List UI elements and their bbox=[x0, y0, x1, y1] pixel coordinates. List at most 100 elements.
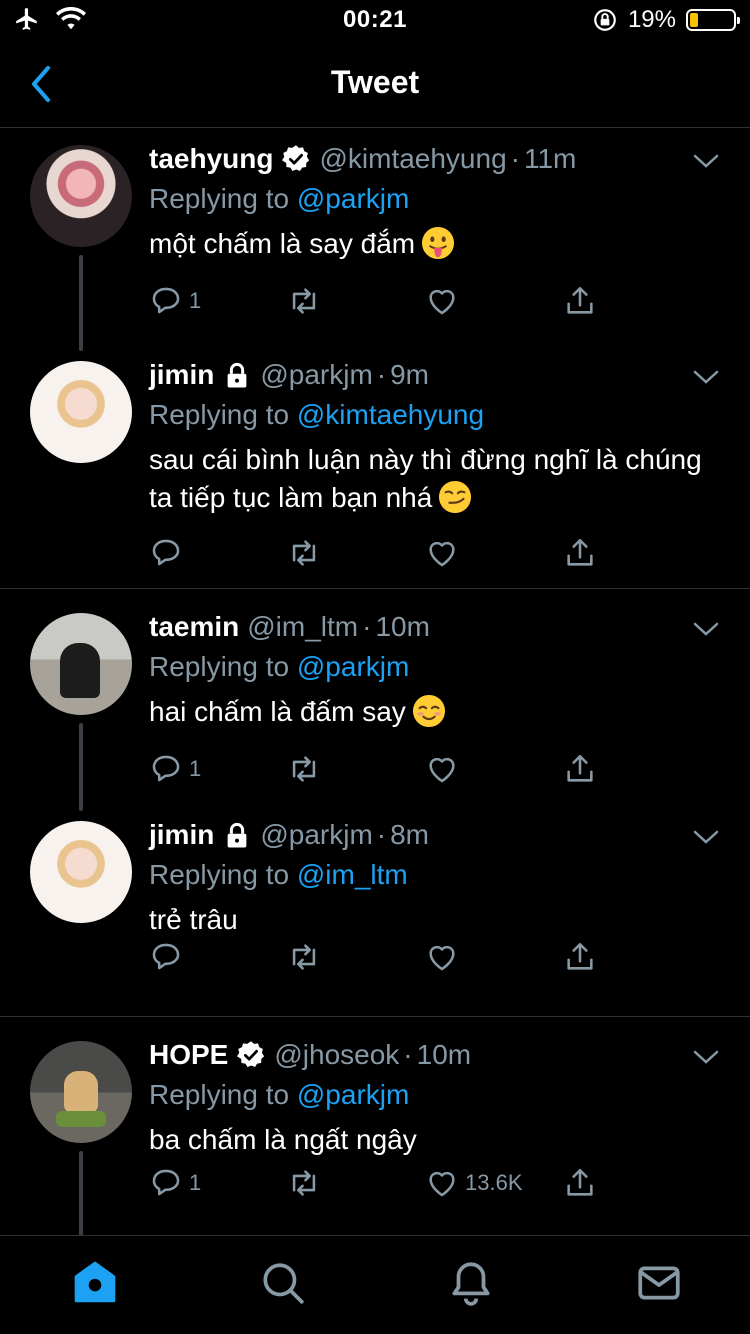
reply-count: 1 bbox=[189, 288, 202, 313]
tweet[interactable]: HOPE @jhoseok · 10m Replying to @parkjm … bbox=[0, 1017, 750, 1235]
share-button[interactable] bbox=[563, 749, 597, 789]
handle[interactable]: @im_ltm bbox=[247, 611, 358, 643]
handle[interactable]: @parkjm bbox=[260, 819, 372, 851]
display-name[interactable]: taemin bbox=[149, 611, 239, 643]
share-icon bbox=[567, 286, 593, 314]
display-name[interactable]: jimin bbox=[149, 819, 214, 851]
timestamp[interactable]: 10m bbox=[417, 1039, 471, 1071]
share-button[interactable] bbox=[563, 533, 597, 573]
retweet-button[interactable] bbox=[287, 533, 321, 573]
mention-link[interactable]: @parkjm bbox=[297, 651, 409, 682]
thread-line bbox=[79, 1151, 83, 1235]
chevron-down-icon[interactable] bbox=[692, 619, 720, 639]
heart-icon bbox=[429, 1171, 455, 1197]
reply-button[interactable]: 1 bbox=[149, 281, 201, 321]
share-icon bbox=[567, 538, 593, 566]
home-icon bbox=[74, 1261, 116, 1303]
like-button[interactable] bbox=[425, 281, 465, 321]
chevron-down-icon[interactable] bbox=[692, 151, 720, 171]
tab-notifications[interactable] bbox=[446, 1258, 496, 1308]
thread-line bbox=[79, 723, 83, 811]
replying-to: Replying to @parkjm bbox=[149, 651, 410, 682]
tweet-thread[interactable]: taehyung @kimtaehyung · 11m Replying to … bbox=[0, 129, 750, 1235]
retweet-icon bbox=[292, 756, 316, 782]
avatar[interactable] bbox=[30, 613, 132, 715]
handle[interactable]: @parkjm bbox=[260, 359, 372, 391]
reply-count: 1 bbox=[189, 756, 202, 781]
reply-button[interactable] bbox=[149, 533, 189, 573]
timestamp[interactable]: 8m bbox=[390, 819, 429, 851]
heart-icon bbox=[429, 289, 455, 315]
timestamp[interactable]: 10m bbox=[375, 611, 429, 643]
like-button[interactable] bbox=[425, 937, 465, 977]
chevron-down-icon[interactable] bbox=[692, 367, 720, 387]
display-name[interactable]: taehyung bbox=[149, 143, 273, 175]
handle[interactable]: @kimtaehyung bbox=[319, 143, 506, 175]
reply-icon bbox=[152, 539, 180, 566]
chevron-down-icon[interactable] bbox=[692, 1047, 720, 1067]
replying-to: Replying to @im_ltm bbox=[149, 859, 408, 890]
like-count: 13.6K bbox=[465, 1170, 523, 1195]
tongue-out-emoji bbox=[422, 226, 455, 260]
heart-icon bbox=[429, 757, 455, 783]
share-button[interactable] bbox=[563, 1163, 597, 1203]
share-icon bbox=[567, 942, 593, 970]
reply-icon bbox=[152, 1169, 180, 1196]
timestamp[interactable]: 11m bbox=[524, 143, 576, 175]
mention-link[interactable]: @parkjm bbox=[297, 183, 409, 214]
chevron-down-icon[interactable] bbox=[692, 827, 720, 847]
messages-icon bbox=[638, 1266, 680, 1300]
heart-icon bbox=[429, 541, 455, 567]
tweet-text: sau cái bình luận này thì đừng nghĩ là c… bbox=[149, 444, 702, 514]
tweet[interactable]: jimin @parkjm · 9m Replying to @kimtaehy… bbox=[0, 345, 750, 589]
reply-icon bbox=[152, 943, 180, 970]
tweet[interactable]: taemin @im_ltm · 10m Replying to @parkjm… bbox=[0, 589, 750, 811]
thread-line bbox=[79, 255, 83, 351]
verified-badge-icon bbox=[281, 144, 311, 174]
notifications-icon bbox=[452, 1262, 490, 1306]
tab-home[interactable] bbox=[70, 1258, 120, 1308]
reply-button[interactable] bbox=[149, 937, 189, 977]
retweet-button[interactable] bbox=[287, 749, 321, 789]
header: Tweet bbox=[0, 40, 750, 128]
verified-badge-icon bbox=[236, 1040, 266, 1070]
tab-search[interactable] bbox=[258, 1258, 308, 1308]
retweet-icon bbox=[292, 944, 316, 970]
timestamp[interactable]: 9m bbox=[390, 359, 429, 391]
mention-link[interactable]: @im_ltm bbox=[297, 859, 408, 890]
tweet[interactable]: taehyung @kimtaehyung · 11m Replying to … bbox=[0, 129, 750, 351]
lock-icon bbox=[222, 820, 252, 850]
share-icon bbox=[567, 1168, 593, 1196]
avatar[interactable] bbox=[30, 361, 132, 463]
tweet-text: một chấm là say đắm bbox=[149, 225, 730, 263]
display-name[interactable]: HOPE bbox=[149, 1039, 228, 1071]
retweet-button[interactable] bbox=[287, 937, 321, 977]
battery-icon bbox=[686, 9, 740, 31]
retweet-icon bbox=[292, 1170, 316, 1196]
retweet-button[interactable] bbox=[287, 281, 321, 321]
avatar[interactable] bbox=[30, 1041, 132, 1143]
like-button[interactable] bbox=[425, 533, 465, 573]
like-button[interactable] bbox=[425, 749, 465, 789]
like-button[interactable]: 13.6K bbox=[425, 1163, 523, 1203]
smirk-emoji bbox=[439, 480, 472, 514]
reply-button[interactable]: 1 bbox=[149, 1163, 201, 1203]
mention-link[interactable]: @kimtaehyung bbox=[297, 399, 484, 430]
tweet[interactable]: jimin @parkjm · 8m Replying to @im_ltm t… bbox=[0, 805, 750, 1017]
tab-messages[interactable] bbox=[634, 1258, 684, 1308]
mention-link[interactable]: @parkjm bbox=[297, 1079, 409, 1110]
tweet-text: ba chấm là ngất ngây bbox=[149, 1124, 417, 1155]
blush-emoji bbox=[412, 694, 445, 728]
replying-to: Replying to @parkjm bbox=[149, 1079, 410, 1110]
page-title: Tweet bbox=[330, 64, 420, 100]
avatar[interactable] bbox=[30, 145, 132, 247]
reply-button[interactable]: 1 bbox=[149, 749, 201, 789]
share-button[interactable] bbox=[563, 937, 597, 977]
tab-bar bbox=[0, 1235, 750, 1334]
handle[interactable]: @jhoseok bbox=[274, 1039, 399, 1071]
retweet-button[interactable] bbox=[287, 1163, 321, 1203]
share-button[interactable] bbox=[563, 281, 597, 321]
avatar[interactable] bbox=[30, 821, 132, 923]
display-name[interactable]: jimin bbox=[149, 359, 214, 391]
retweet-icon bbox=[292, 540, 316, 566]
